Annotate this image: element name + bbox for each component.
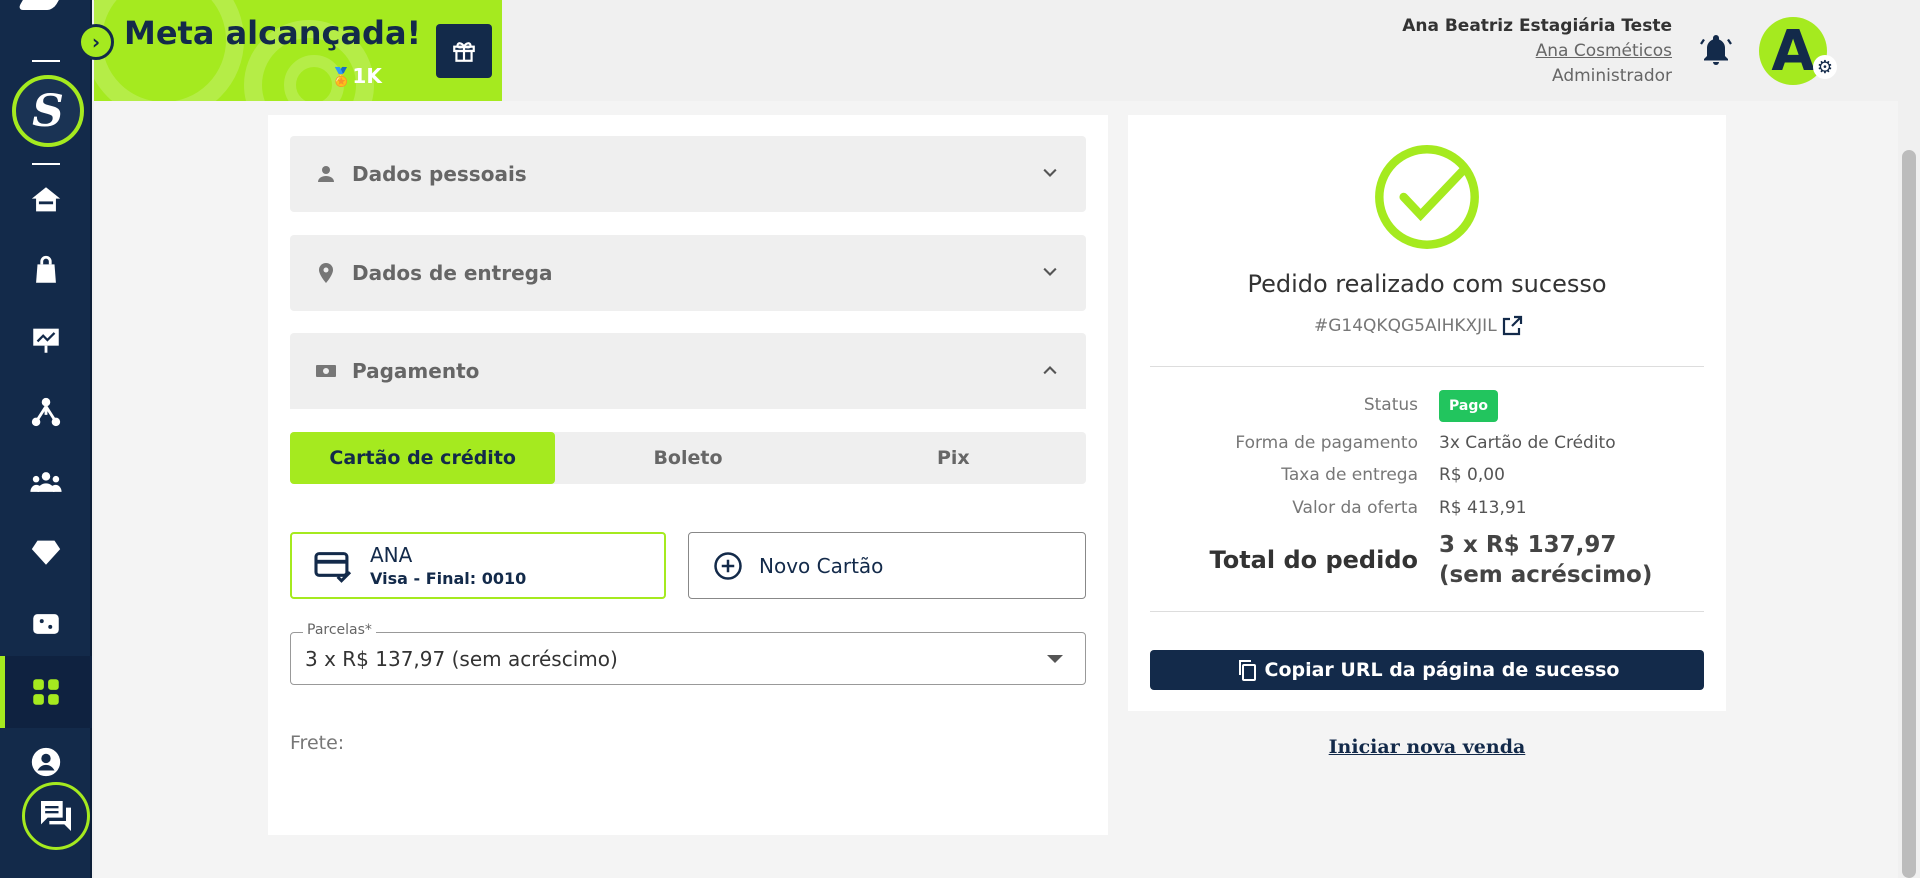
nav-team[interactable] — [0, 452, 92, 512]
saved-card-option[interactable]: ANA Visa - Final: 0010 — [290, 532, 666, 599]
accordion-label: Dados de entrega — [352, 261, 553, 285]
nav-presentation[interactable] — [0, 310, 92, 370]
apps-grid-icon — [33, 679, 59, 705]
cash-icon — [316, 365, 336, 377]
network-icon — [31, 397, 61, 427]
nav-shop[interactable] — [0, 240, 92, 300]
accordion-personal-data[interactable]: Dados pessoais — [290, 136, 1086, 212]
chat-icon — [41, 801, 71, 831]
offer-value-label: Valor da oferta — [1292, 498, 1418, 518]
chevron-down-icon — [1043, 267, 1057, 276]
brand-logo[interactable]: S — [12, 75, 84, 147]
dropdown-caret-icon — [1047, 655, 1063, 663]
chevron-right-icon: › — [91, 30, 101, 54]
account-circle-icon — [31, 747, 61, 777]
card-detail: Visa - Final: 0010 — [370, 569, 527, 588]
banner-title: Meta alcançada! — [124, 14, 422, 52]
divider — [1150, 366, 1704, 367]
user-info: Ana Beatriz Estagiária Teste Ana Cosméti… — [1402, 14, 1672, 89]
nav-network[interactable] — [0, 382, 92, 442]
credit-card-check-icon — [314, 551, 352, 583]
nav-diamond[interactable] — [0, 522, 92, 582]
payment-method-label: Forma de pagamento — [1235, 433, 1418, 453]
copy-button-label: Copiar URL da página de sucesso — [1264, 659, 1620, 681]
payment-method-tabs: Cartão de crédito Boleto Pix — [290, 432, 1086, 484]
success-title: Pedido realizado com sucesso — [1247, 270, 1607, 298]
divider — [32, 163, 60, 165]
person-icon — [318, 166, 334, 182]
check-circle-icon — [1375, 145, 1479, 249]
payment-method-value: 3x Cartão de Crédito — [1439, 433, 1616, 453]
shopping-bag-icon — [36, 255, 56, 283]
card-holder: ANA — [370, 543, 413, 567]
tab-credit-card[interactable]: Cartão de crédito — [290, 432, 556, 484]
avatar[interactable]: A ⚙ — [1759, 17, 1837, 85]
home-icon — [31, 187, 61, 212]
accordion-delivery-data[interactable]: Dados de entrega — [290, 235, 1086, 311]
offer-value-value: R$ 413,91 — [1439, 498, 1527, 518]
status-label: Status — [1363, 395, 1418, 415]
user-name: Ana Beatriz Estagiária Teste — [1402, 16, 1672, 36]
scrollbar[interactable] — [1898, 0, 1920, 878]
company-link[interactable]: Ana Cosméticos — [1402, 39, 1672, 64]
user-role: Administrador — [1551, 66, 1672, 86]
order-id: #G14QKQG5AIHKXJIL — [1314, 316, 1497, 336]
new-sale-link[interactable]: Iniciar nova venda — [1128, 736, 1726, 758]
avatar-letter: A — [1771, 18, 1815, 84]
sidebar: S — [0, 0, 92, 878]
tab-pix[interactable]: Pix — [821, 432, 1086, 484]
divider — [32, 60, 60, 62]
chevron-down-icon — [1043, 168, 1057, 177]
accordion-label: Pagamento — [352, 359, 480, 383]
location-icon — [319, 263, 333, 283]
freight-label: Frete: — [290, 732, 345, 754]
logo-mark — [17, 0, 59, 10]
gear-icon[interactable]: ⚙ — [1813, 55, 1837, 79]
add-circle-icon — [714, 551, 742, 580]
chat-button[interactable] — [22, 782, 90, 850]
nav-apps[interactable] — [0, 656, 92, 728]
total-label: Total do pedido — [1209, 546, 1418, 574]
presentation-icon — [33, 328, 59, 353]
scrollbar-thumb[interactable] — [1902, 150, 1916, 878]
divider — [1150, 611, 1704, 612]
new-card-label: Novo Cartão — [759, 553, 884, 578]
installments-select[interactable]: Parcelas* 3 x R$ 137,97 (sem acréscimo) — [290, 622, 1086, 685]
points-value: 1K — [352, 64, 382, 88]
points-badge: 🏅1K — [330, 64, 382, 88]
accordion-label: Dados pessoais — [352, 162, 527, 186]
medal-icon: 🏅 — [330, 67, 353, 88]
nav-home[interactable] — [0, 170, 92, 230]
copy-icon — [1238, 660, 1256, 681]
tab-boleto[interactable]: Boleto — [555, 432, 820, 484]
installments-label: Parcelas* — [303, 622, 376, 638]
diamond-icon — [31, 540, 61, 565]
copy-success-url-button[interactable]: Copiar URL da página de sucesso — [1150, 650, 1704, 690]
gift-button[interactable] — [436, 24, 492, 78]
total-value: 3 x R$ 137,97 (sem acréscimo) — [1439, 532, 1653, 588]
delivery-fee-label: Taxa de entrega — [1281, 465, 1418, 485]
chevron-up-icon — [1043, 366, 1057, 375]
nav-ticket[interactable] — [0, 594, 92, 654]
sidebar-expand-button[interactable]: › — [78, 24, 114, 60]
installments-value: 3 x R$ 137,97 (sem acréscimo) — [305, 646, 618, 671]
open-external-icon[interactable] — [1500, 314, 1524, 338]
bell-icon[interactable] — [1698, 32, 1734, 68]
accordion-payment[interactable]: Pagamento — [290, 333, 1086, 409]
delivery-fee-value: R$ 0,00 — [1439, 465, 1505, 485]
new-card-button[interactable]: Novo Cartão — [688, 532, 1086, 599]
ticket-icon — [33, 614, 59, 634]
group-icon — [30, 472, 62, 492]
gift-icon — [453, 42, 475, 62]
status-badge: Pago — [1439, 390, 1498, 422]
